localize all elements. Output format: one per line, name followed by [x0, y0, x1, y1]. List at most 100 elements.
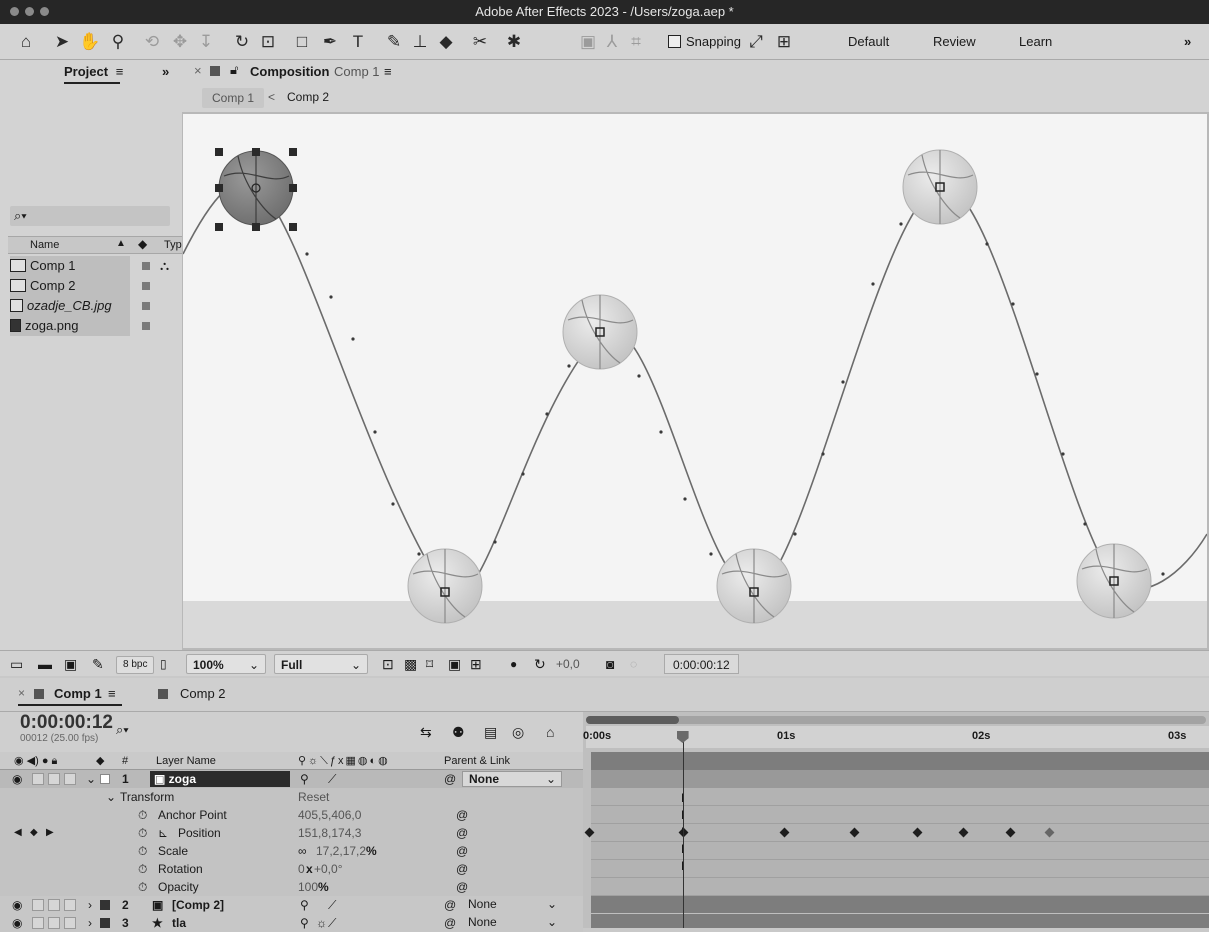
align-icon[interactable]: ▣ — [576, 30, 600, 54]
property-value[interactable]: 405,5,406,0 — [298, 806, 361, 824]
collapse-transform-icon[interactable]: ⚲ — [300, 770, 309, 788]
expression-pickwhip-icon[interactable]: @ — [456, 824, 468, 842]
parent-dropdown[interactable]: None ⌄ — [462, 897, 562, 913]
adjust-project-icon[interactable]: ✎ — [92, 654, 104, 674]
project-item[interactable]: Comp 2 — [10, 276, 130, 296]
quality-switch-icon[interactable]: ⟋ — [328, 770, 336, 788]
breadcrumb-comp-2[interactable]: Comp 2 — [287, 90, 329, 104]
sort-asc-icon[interactable]: ▲ — [116, 238, 126, 249]
pan-behind-tool-icon[interactable]: ⊡ — [256, 30, 280, 54]
visibility-eye-icon[interactable]: ◉ — [12, 896, 22, 914]
orbit-camera-icon[interactable]: ⟲ — [140, 30, 164, 54]
project-menu-icon[interactable]: ≡ — [116, 64, 124, 79]
shy-layers-icon[interactable]: ⚉ — [452, 724, 465, 741]
collapse-transform-icon[interactable]: ⚲ — [300, 914, 309, 932]
parent-pickwhip-icon[interactable]: @ — [444, 770, 456, 788]
quality-switch-icon[interactable]: ⟋ — [328, 914, 336, 932]
quality-switch-icon[interactable]: ⟋ — [328, 896, 336, 914]
workspace-review[interactable]: Review — [933, 34, 976, 49]
exposure-value[interactable]: +0,0 — [556, 654, 580, 674]
work-area-bar[interactable] — [586, 716, 679, 724]
puppet-pin-tool-icon[interactable]: ✱ — [502, 30, 526, 54]
panel-expand-icon[interactable]: » — [162, 64, 169, 79]
property-value[interactable]: 100 — [298, 878, 318, 896]
expression-pickwhip-icon[interactable]: @ — [456, 842, 468, 860]
timeline-search-input[interactable]: ⌕▾ — [116, 722, 266, 742]
audio-switch[interactable] — [32, 899, 44, 911]
label-color-swatch[interactable] — [142, 262, 150, 270]
home-icon[interactable]: ⌂ — [14, 30, 38, 54]
timeline-current-time[interactable]: 0:00:00:12 — [20, 712, 113, 734]
zoom-tool-icon[interactable]: ⚲ — [106, 30, 130, 54]
expression-pickwhip-icon[interactable]: @ — [456, 860, 468, 878]
visibility-eye-icon[interactable]: ◉ — [12, 770, 22, 788]
property-row-opacity[interactable]: ⏱︎ Opacity 100 % @ — [0, 878, 583, 896]
next-keyframe-icon[interactable]: ▶ — [46, 824, 54, 842]
layer-name-text[interactable]: tla — [172, 914, 186, 932]
layer-name-header[interactable]: Layer Name — [156, 752, 216, 770]
eraser-tool-icon[interactable]: ◆ — [434, 30, 458, 54]
timeline-tab-comp-2[interactable]: Comp 2 — [180, 686, 226, 701]
layer-label-color[interactable] — [100, 774, 110, 784]
layer-name-text[interactable]: [Comp 2] — [172, 896, 224, 914]
reset-exposure-icon[interactable]: ↻ — [534, 654, 546, 674]
layer-row-comp-2[interactable]: ◉ › 2 ▣ [Comp 2] ⚲ ⟋ @ None ⌄ — [0, 896, 583, 914]
snap-edges-icon[interactable]: ⤢ — [744, 30, 768, 54]
audio-switch[interactable] — [32, 917, 44, 929]
new-composition-icon[interactable]: ▣ — [64, 654, 77, 674]
pan-camera-icon[interactable]: ✥ — [168, 30, 192, 54]
stopwatch-icon[interactable]: ⏱︎ — [138, 806, 147, 824]
current-time-display[interactable]: 0:00:00:12 — [664, 654, 739, 674]
axis-mode-icon[interactable]: ⅄ — [600, 30, 624, 54]
pen-tool-icon[interactable]: ✒ — [318, 30, 342, 54]
solo-switch[interactable] — [48, 899, 60, 911]
constrain-proportions-icon[interactable]: ∞ — [298, 842, 307, 860]
project-item[interactable]: Comp 1 — [10, 256, 130, 276]
label-color-swatch[interactable] — [142, 302, 150, 310]
motion-path[interactable] — [183, 180, 1207, 598]
layer-bar-comp-2[interactable] — [591, 896, 1209, 913]
layer-name[interactable]: ▣ zoga — [150, 771, 290, 787]
frame-blending-icon[interactable]: ▤ — [484, 724, 497, 741]
rotation-tool-icon[interactable]: ↻ — [230, 30, 254, 54]
graph-editor-icon[interactable]: ⌂ — [546, 724, 554, 740]
time-navigator[interactable] — [586, 716, 1206, 724]
property-value[interactable]: 17,2,17,2 — [316, 842, 366, 860]
fast-previews-icon[interactable]: ⊡ — [382, 654, 394, 674]
stopwatch-active-icon[interactable]: ⏱︎ — [138, 824, 147, 842]
lock-switch[interactable] — [64, 917, 76, 929]
stopwatch-icon[interactable]: ⏱︎ — [138, 860, 147, 878]
layer-row-tla[interactable]: ◉ › 3 ★ tla ⚲ ☼ ⟋ @ None ⌄ — [0, 914, 583, 932]
timeline-tab-comp-1[interactable]: Comp 1 — [54, 686, 102, 701]
type-column-header[interactable]: Typ — [164, 239, 182, 251]
composition-menu-icon[interactable]: ≡ — [384, 64, 392, 79]
snapshot-camera-icon[interactable]: ◙ — [606, 654, 614, 674]
bit-depth-button[interactable]: 8 bpc — [116, 656, 155, 674]
dolly-camera-icon[interactable]: ↧ — [194, 30, 218, 54]
hand-tool-icon[interactable]: ✋ — [78, 30, 102, 54]
snap-features-icon[interactable]: ⊞ — [772, 30, 796, 54]
lock-icon[interactable]: 🔓︎ — [230, 62, 238, 78]
world-axis-icon[interactable]: ⌗ — [624, 30, 648, 54]
expression-pickwhip-icon[interactable]: @ — [456, 806, 468, 824]
close-window-button[interactable] — [10, 7, 19, 16]
property-row-anchor-point[interactable]: ⏱︎ Anchor Point 405,5,406,0 @ — [0, 806, 583, 824]
brush-tool-icon[interactable]: ✎ — [382, 30, 406, 54]
show-snapshot-icon[interactable]: ◌ — [630, 654, 637, 674]
clone-stamp-tool-icon[interactable]: ⊥ — [408, 30, 432, 54]
transparency-grid-icon[interactable]: ▩ — [404, 654, 417, 674]
collapse-chevron-icon[interactable]: ⌄ — [86, 770, 96, 788]
collapse-chevron-icon[interactable]: ⌄ — [106, 788, 116, 806]
layer-label-color[interactable] — [100, 900, 110, 910]
visibility-eye-icon[interactable]: ◉ — [12, 914, 22, 932]
stopwatch-icon[interactable]: ⏱︎ — [138, 842, 147, 860]
stopwatch-icon[interactable]: ⏱︎ — [138, 878, 147, 896]
motion-blur-icon[interactable]: ◎ — [512, 724, 524, 741]
previous-keyframe-icon[interactable]: ◀ — [14, 824, 22, 842]
composition-mini-flowchart-icon[interactable]: ⇆ — [420, 724, 432, 741]
transform-group-row[interactable]: ⌄ Transform Reset — [0, 788, 583, 806]
selection-tool-icon[interactable]: ➤ — [50, 30, 74, 54]
zoom-window-button[interactable] — [40, 7, 49, 16]
close-timeline-icon[interactable]: × — [18, 686, 25, 700]
transform-reset-button[interactable]: Reset — [298, 788, 329, 806]
